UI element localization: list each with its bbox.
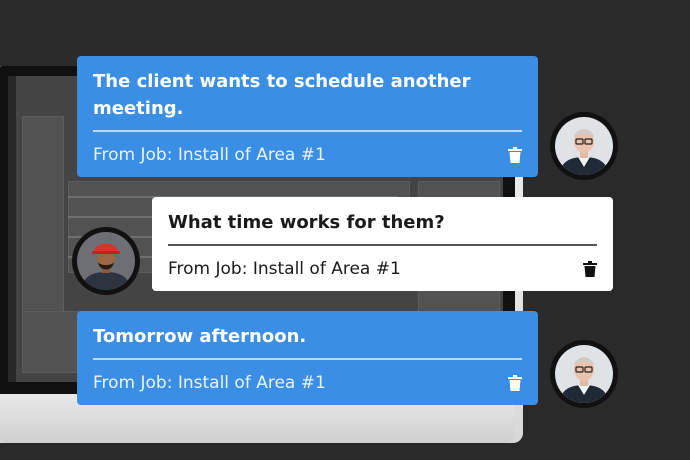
avatar <box>550 112 618 180</box>
message-source: From Job: Install of Area #1 <box>93 145 326 165</box>
message-text: What time works for them? <box>168 212 445 233</box>
message-footer: From Job: Install of Area #1 <box>93 360 522 406</box>
chat-message: The client wants to schedule another mee… <box>77 56 538 177</box>
trash-icon[interactable] <box>583 261 597 277</box>
trash-icon[interactable] <box>508 375 522 391</box>
message-footer: From Job: Install of Area #1 <box>168 246 597 292</box>
blurred-sidebar <box>8 76 16 382</box>
message-source: From Job: Install of Area #1 <box>168 259 401 279</box>
message-text: The client wants to schedule another mee… <box>93 71 471 119</box>
avatar <box>72 227 140 295</box>
avatar-photo <box>77 232 135 290</box>
message-text: Tomorrow afternoon. <box>93 326 307 347</box>
message-source: From Job: Install of Area #1 <box>93 373 326 393</box>
avatar-photo <box>555 117 613 175</box>
avatar <box>550 340 618 408</box>
chat-message: Tomorrow afternoon. From Job: Install of… <box>77 311 538 405</box>
blurred-panel <box>22 116 64 328</box>
avatar-photo <box>555 345 613 403</box>
chat-message: What time works for them? From Job: Inst… <box>152 197 613 291</box>
trash-icon[interactable] <box>508 147 522 163</box>
message-footer: From Job: Install of Area #1 <box>93 132 522 178</box>
